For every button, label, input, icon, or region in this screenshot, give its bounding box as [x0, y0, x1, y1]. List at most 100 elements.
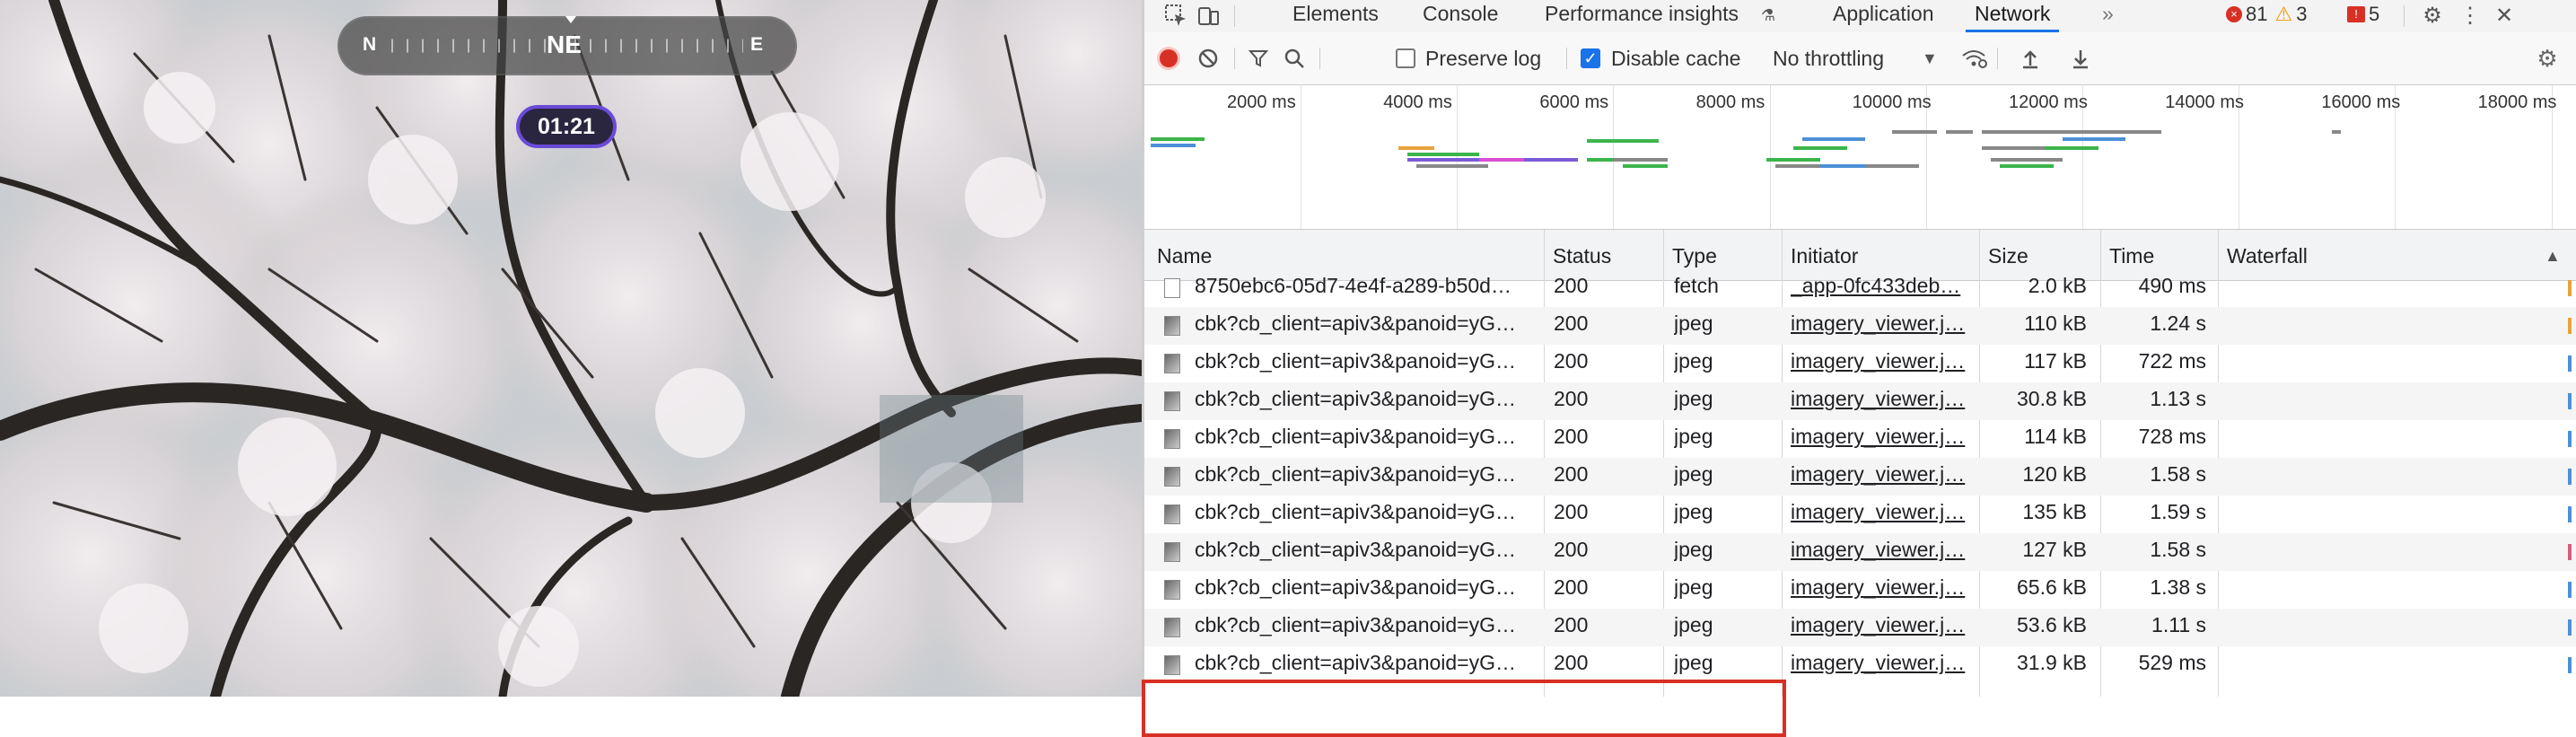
request-initiator[interactable]: _app-0fc433deb…: [1791, 274, 1975, 298]
close-icon[interactable]: ✕: [2491, 2, 2518, 29]
request-status: 200: [1554, 538, 1589, 561]
chevron-down-icon[interactable]: ▼: [1922, 49, 1938, 68]
error-count: 81: [2246, 3, 2268, 25]
image-thumbnail-icon: [1164, 316, 1180, 336]
column-name[interactable]: Name: [1157, 244, 1212, 268]
overview-request-bar: [1151, 137, 1205, 141]
request-name: cbk?cb_client=apiv3&panoid=yG…: [1195, 613, 1517, 636]
table-row[interactable]: cbk?cb_client=apiv3&panoid=yG… 200 jpeg ima…: [1144, 533, 2576, 571]
request-initiator[interactable]: imagery_viewer.j…: [1791, 651, 1975, 675]
preserve-log-label: Preserve log: [1425, 47, 1542, 70]
table-row[interactable]: cbk?cb_client=apiv3&panoid=yG… 200 jpeg ima…: [1144, 571, 2576, 609]
compass-pointer-icon: [565, 16, 576, 23]
request-initiator[interactable]: imagery_viewer.j…: [1791, 387, 1975, 411]
table-row[interactable]: cbk?cb_client=apiv3&panoid=yG… 200 jpeg ima…: [1144, 458, 2576, 496]
overview-request-bar: [1982, 130, 2063, 134]
column-time[interactable]: Time: [2109, 244, 2154, 268]
tab-elements[interactable]: Elements: [1292, 0, 1379, 32]
waterfall-bar: [2568, 544, 2572, 560]
tab-console[interactable]: Console: [1423, 0, 1498, 32]
table-row[interactable]: 8750ebc6-05d7-4e4f-a289-b50d… 200 fetch _ap…: [1144, 269, 2576, 307]
disable-cache-label: Disable cache: [1611, 47, 1741, 70]
overview-request-bar: [1623, 139, 1659, 143]
network-conditions-icon[interactable]: [1959, 43, 1990, 74]
image-thumbnail-icon: [1164, 655, 1180, 675]
network-settings-gear-icon[interactable]: ⚙: [2532, 43, 2563, 74]
tab-network[interactable]: Network: [1966, 0, 2060, 32]
overview-request-bar: [1892, 130, 1937, 134]
request-size: 135 kB: [2022, 500, 2087, 523]
request-initiator[interactable]: imagery_viewer.j…: [1791, 500, 1975, 524]
request-size: 117 kB: [2024, 349, 2087, 373]
import-har-icon[interactable]: [2015, 43, 2046, 74]
request-size: 65.6 kB: [2017, 575, 2087, 599]
filter-icon[interactable]: [1243, 43, 1274, 74]
request-size: 30.8 kB: [2017, 387, 2087, 410]
settings-gear-icon[interactable]: ⚙: [2419, 2, 2446, 29]
request-status: 200: [1554, 500, 1589, 523]
table-row[interactable]: cbk?cb_client=apiv3&panoid=yG… 200 jpeg ima…: [1144, 345, 2576, 382]
request-time: 722 ms: [2138, 349, 2206, 373]
tab-performance-insights[interactable]: Performance insights: [1545, 0, 1739, 32]
image-thumbnail-icon: [1164, 618, 1180, 637]
waterfall-bar: [2568, 582, 2572, 598]
table-row[interactable]: cbk?cb_client=apiv3&panoid=yG… 200 jpeg ima…: [1144, 420, 2576, 458]
device-toolbar-icon[interactable]: [1195, 2, 1222, 29]
request-initiator[interactable]: imagery_viewer.j…: [1791, 311, 1975, 336]
toolbar-divider: [1234, 48, 1235, 69]
request-initiator[interactable]: imagery_viewer.j…: [1791, 575, 1975, 600]
request-name: cbk?cb_client=apiv3&panoid=yG…: [1195, 651, 1517, 674]
kebab-menu-icon[interactable]: ⋮: [2457, 2, 2484, 29]
error-badge[interactable]: × 81 ⚠ 3: [2226, 2, 2307, 27]
compass-strip[interactable]: N NE E: [337, 16, 797, 75]
sort-ascending-icon[interactable]: ▲: [2545, 247, 2561, 266]
more-tabs-icon[interactable]: »: [2102, 0, 2114, 32]
clear-icon[interactable]: [1193, 43, 1223, 74]
request-time: 1.59 s: [2150, 500, 2206, 523]
warning-icon: ⚠: [2274, 3, 2293, 25]
tab-application[interactable]: Application: [1833, 0, 1934, 32]
request-initiator[interactable]: imagery_viewer.j…: [1791, 462, 1975, 487]
overview-request-bar: [1982, 146, 2045, 150]
overview-request-bar: [2000, 164, 2054, 168]
column-size[interactable]: Size: [1988, 244, 2028, 268]
record-icon[interactable]: [1153, 43, 1184, 74]
street-view-panorama[interactable]: N NE E 01:21: [0, 0, 1142, 697]
waterfall-bar: [2568, 431, 2572, 447]
error-icon: ×: [2226, 6, 2242, 22]
search-icon[interactable]: [1279, 43, 1310, 74]
overview-request-bar: [1775, 164, 1820, 168]
column-type[interactable]: Type: [1672, 244, 1717, 268]
request-initiator[interactable]: imagery_viewer.j…: [1791, 613, 1975, 637]
request-type: jpeg: [1674, 462, 1713, 486]
request-initiator[interactable]: imagery_viewer.j…: [1791, 538, 1975, 562]
table-row[interactable]: cbk?cb_client=apiv3&panoid=yG… 200 jpeg ima…: [1144, 307, 2576, 345]
column-status[interactable]: Status: [1553, 244, 1611, 268]
export-har-icon[interactable]: [2065, 43, 2096, 74]
request-type: jpeg: [1674, 387, 1713, 410]
column-waterfall[interactable]: Waterfall: [2227, 244, 2308, 268]
document-icon: [1164, 278, 1180, 298]
network-overview-timeline[interactable]: 2000 ms 4000 ms 6000 ms 8000 ms 10000 ms 1200…: [1144, 85, 2576, 230]
overview-request-bar: [1946, 130, 1973, 134]
request-initiator[interactable]: imagery_viewer.j…: [1791, 349, 1975, 373]
overview-request-bar: [1991, 158, 2063, 162]
request-status: 200: [1554, 274, 1589, 297]
column-initiator[interactable]: Initiator: [1791, 244, 1858, 268]
issues-badge[interactable]: ! 5: [2347, 2, 2379, 27]
request-type: jpeg: [1674, 613, 1713, 636]
table-row[interactable]: cbk?cb_client=apiv3&panoid=yG… 200 jpeg ima…: [1144, 496, 2576, 533]
request-type: jpeg: [1674, 425, 1713, 448]
request-name: cbk?cb_client=apiv3&panoid=yG…: [1195, 500, 1517, 523]
request-initiator[interactable]: imagery_viewer.j…: [1791, 425, 1975, 449]
disable-cache-checkbox[interactable]: ✓: [1581, 48, 1600, 68]
request-time: 490 ms: [2138, 274, 2206, 297]
request-type: jpeg: [1674, 349, 1713, 373]
throttling-select[interactable]: No throttling: [1773, 47, 1884, 71]
inspect-element-icon[interactable]: [1162, 2, 1189, 29]
table-row[interactable]: cbk?cb_client=apiv3&panoid=yG… 200 jpeg ima…: [1144, 382, 2576, 420]
preserve-log-checkbox[interactable]: [1396, 48, 1415, 68]
overview-request-bar: [1407, 153, 1479, 156]
table-row[interactable]: cbk?cb_client=apiv3&panoid=yG… 200 jpeg ima…: [1144, 646, 2576, 684]
table-row[interactable]: cbk?cb_client=apiv3&panoid=yG… 200 jpeg ima…: [1144, 609, 2576, 646]
